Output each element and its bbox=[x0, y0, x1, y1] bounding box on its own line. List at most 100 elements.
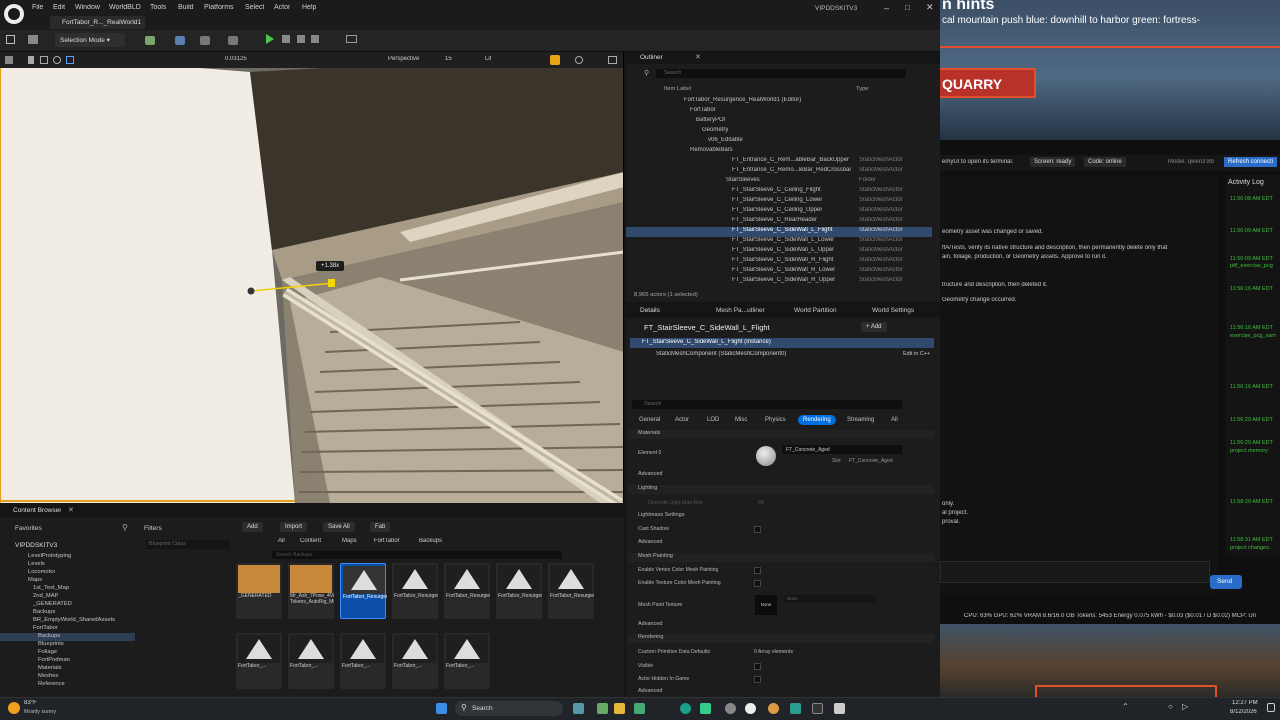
outliner-row[interactable]: BatteryPOI bbox=[626, 117, 932, 127]
outliner-row[interactable]: FT_StairSleeve_C_SideWall_R_Upper StaticM… bbox=[626, 277, 932, 287]
maximize-icon[interactable]: □ bbox=[905, 3, 910, 12]
tab-world-settings[interactable]: World Settings bbox=[872, 307, 914, 314]
material-thumbnail[interactable] bbox=[756, 446, 776, 466]
outliner-row[interactable]: FT_StairSleeve_C_Ceiling_Flight StaticMes… bbox=[626, 187, 932, 197]
asset-tile[interactable]: FortTabor_... bbox=[444, 633, 490, 689]
filters-header[interactable]: Filters bbox=[144, 525, 162, 532]
scale-tool-icon[interactable] bbox=[66, 56, 74, 64]
cast-shadow-checkbox[interactable] bbox=[754, 526, 761, 533]
save-all-button[interactable]: Save All bbox=[323, 522, 355, 532]
realtime-icon[interactable] bbox=[550, 55, 560, 65]
save-icon[interactable] bbox=[6, 35, 15, 44]
tab-details[interactable]: Details bbox=[640, 307, 660, 314]
tree-item[interactable]: LevelPrototyping bbox=[28, 553, 71, 559]
tree-item[interactable]: FortTabor bbox=[33, 625, 58, 631]
chat-input[interactable] bbox=[940, 561, 1210, 583]
section-advanced-4[interactable]: Advanced bbox=[628, 688, 934, 697]
outliner-row[interactable]: FT_StairSleeve_C_SideWall_R_Flight Static… bbox=[626, 257, 932, 267]
search-icon[interactable]: ⚲ bbox=[122, 523, 128, 532]
close-icon[interactable]: ✕ bbox=[695, 53, 701, 61]
windows-start-icon[interactable] bbox=[436, 703, 447, 714]
edge-icon[interactable] bbox=[680, 703, 691, 714]
chrome-icon[interactable] bbox=[768, 703, 779, 714]
section-rendering[interactable]: Rendering bbox=[628, 634, 934, 643]
stop-icon[interactable] bbox=[297, 35, 305, 43]
section-lighting[interactable]: Lighting bbox=[628, 485, 934, 494]
blueprint-icon[interactable] bbox=[175, 36, 185, 45]
window-icon[interactable] bbox=[834, 703, 845, 714]
outliner-row[interactable]: Geometry bbox=[626, 127, 932, 137]
tree-item[interactable]: Meshes bbox=[38, 673, 58, 679]
filter-rendering[interactable]: Rendering bbox=[798, 415, 836, 425]
menu-worldbld[interactable]: WorldBLD bbox=[109, 4, 141, 11]
filter-lod[interactable]: LOD bbox=[702, 415, 724, 425]
taskbar-search[interactable]: ⚲ Search bbox=[455, 701, 563, 716]
tree-item[interactable]: Backups bbox=[33, 609, 55, 615]
asset-tile-selected[interactable]: FortTabor_Resurgence_RealWorld1 bbox=[340, 563, 387, 619]
cinematics-icon[interactable] bbox=[200, 36, 210, 45]
close-icon[interactable]: ✕ bbox=[926, 2, 934, 13]
breadcrumb-item[interactable]: Content bbox=[300, 538, 321, 544]
snap-value[interactable]: 0.03125 bbox=[225, 56, 247, 62]
layout-icon[interactable] bbox=[608, 56, 617, 64]
menu-window[interactable]: Window bbox=[75, 4, 100, 11]
outliner-row[interactable]: FT_StairSleeve_C_Ceiling_Upper StaticMesh… bbox=[626, 207, 932, 217]
mesh-paint-texture-thumb[interactable]: None bbox=[755, 595, 777, 615]
asset-tile[interactable]: FortTabor_... bbox=[340, 633, 386, 689]
task-view-icon[interactable] bbox=[597, 703, 608, 714]
file-explorer-icon[interactable] bbox=[614, 703, 625, 714]
outliner-row[interactable]: FT_StairSleeve_C_SideWall_L_Upper StaticM… bbox=[626, 247, 932, 257]
clock-date[interactable]: 8/12/2026 bbox=[1230, 709, 1257, 715]
app-icon[interactable] bbox=[790, 703, 801, 714]
menu-file[interactable]: File bbox=[32, 4, 43, 11]
unreal-logo-icon[interactable] bbox=[4, 4, 24, 24]
cb-root-folder[interactable]: VIPDDSKITV3 bbox=[15, 542, 57, 549]
outliner-row[interactable]: FortTabor_Resurgence_RealWorld1 (Editor) bbox=[626, 97, 932, 107]
section-lightmass[interactable]: Lightmass Settings bbox=[628, 512, 934, 521]
rotate-tool-icon[interactable] bbox=[53, 56, 61, 64]
menu-edit[interactable]: Edit bbox=[53, 4, 65, 11]
outliner-row[interactable]: v06_Editable bbox=[626, 137, 932, 147]
edit-cpp-link[interactable]: Edit in C++ bbox=[903, 351, 930, 357]
texture-color-checkbox[interactable] bbox=[754, 580, 761, 587]
tree-item[interactable]: BR_EmptyWorld_SharedAssets bbox=[33, 617, 115, 623]
level-viewport[interactable]: +1.38x 0.03125 Perspective 15 Lit bbox=[0, 52, 624, 503]
add-component-button[interactable]: + Add bbox=[861, 322, 887, 332]
tree-item[interactable]: Blueprints bbox=[38, 641, 64, 647]
tree-item[interactable]: _GENERATED bbox=[33, 601, 72, 607]
asset-tile[interactable]: FortTabor_... bbox=[236, 633, 282, 689]
section-advanced-3[interactable]: Advanced bbox=[628, 621, 934, 630]
add-button[interactable]: Add bbox=[242, 522, 263, 532]
eject-icon[interactable] bbox=[311, 35, 319, 43]
add-actor-icon[interactable] bbox=[145, 36, 155, 45]
menu-build[interactable]: Build bbox=[178, 4, 194, 11]
outliner-row[interactable]: FT_Entrance_C_Remo...leBar_RedCrossbar St… bbox=[626, 167, 932, 177]
selection-mode-dropdown[interactable]: Selection Mode ▾ bbox=[55, 33, 125, 47]
menu-help[interactable]: Help bbox=[302, 4, 316, 11]
level-tab[interactable]: FortTabor_R..._RealWorld1 bbox=[50, 16, 145, 29]
filter-actor[interactable]: Actor bbox=[670, 415, 694, 425]
tray-chevron-icon[interactable]: ⌃ bbox=[1122, 702, 1129, 711]
store-icon[interactable] bbox=[634, 703, 645, 714]
close-icon[interactable]: ✕ bbox=[68, 506, 74, 514]
details-search[interactable]: Search bbox=[632, 400, 902, 409]
outliner-row[interactable]: StairSleeves Folder bbox=[626, 177, 932, 187]
tab-outliner[interactable]: Outliner bbox=[640, 54, 663, 61]
visible-checkbox[interactable] bbox=[754, 663, 761, 670]
tree-item[interactable]: 2nd_MAP bbox=[33, 593, 58, 599]
fov-value[interactable]: 15 bbox=[445, 56, 452, 62]
tree-item[interactable]: Levels bbox=[28, 561, 45, 567]
lit-dropdown[interactable]: Lit bbox=[485, 56, 491, 62]
filter-streaming[interactable]: Streaming bbox=[842, 415, 879, 425]
tree-item[interactable]: Materials bbox=[38, 665, 62, 671]
refresh-button[interactable]: Refresh connecti bbox=[1224, 157, 1278, 167]
volume-icon[interactable]: ▷ bbox=[1182, 702, 1188, 711]
material-dropdown[interactable]: FT_Concrete_Aged bbox=[782, 445, 902, 454]
favorites-header[interactable]: Favorites bbox=[15, 525, 42, 532]
filter-all[interactable]: All bbox=[886, 415, 903, 425]
clock-time[interactable]: 12:27 PM bbox=[1232, 700, 1258, 706]
section-advanced-2[interactable]: Advanced bbox=[628, 539, 934, 548]
step-icon[interactable] bbox=[282, 35, 290, 43]
outliner-row[interactable]: RemovableBars bbox=[626, 147, 932, 157]
outliner-row[interactable]: FT_StairSleeve_C_RearHeader StaticMeshAct… bbox=[626, 217, 932, 227]
